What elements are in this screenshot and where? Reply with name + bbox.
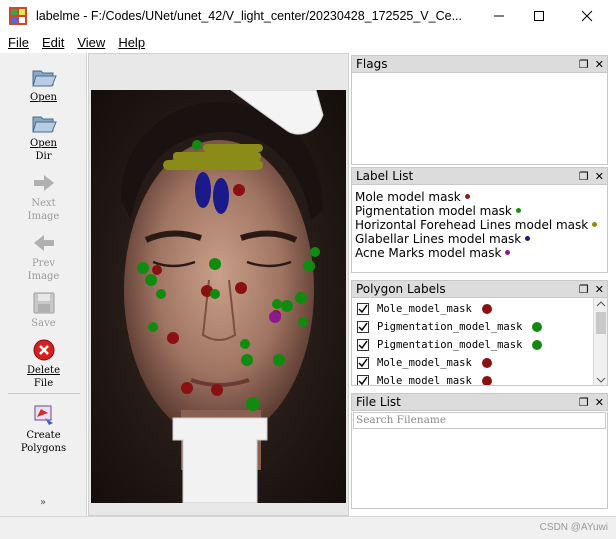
save-disk-icon bbox=[33, 292, 54, 314]
folder-open-icon bbox=[31, 70, 57, 87]
window-title: labelme - F:/Codes/UNet/unet_42/V_light_… bbox=[36, 8, 462, 23]
visibility-checkbox[interactable] bbox=[357, 303, 369, 315]
scrollbar-track bbox=[596, 301, 606, 383]
close-icon[interactable]: ✕ bbox=[595, 57, 604, 72]
visibility-checkbox[interactable] bbox=[357, 321, 369, 333]
list-item[interactable]: Mole_model_mask bbox=[352, 354, 607, 372]
file-list-dock: File List ❐ ✕ Search Filename bbox=[351, 393, 608, 510]
list-item[interactable]: Glabellar Lines model mask bbox=[352, 232, 607, 246]
menu-view[interactable]: View bbox=[77, 35, 105, 50]
color-dot-icon bbox=[481, 358, 492, 368]
polygon-draw-icon bbox=[34, 405, 53, 425]
color-dot-icon bbox=[464, 194, 470, 199]
polygon-labels-list[interactable]: Mole_model_mask Pigmentation_model_mask … bbox=[351, 298, 608, 386]
arrow-right-icon bbox=[33, 175, 54, 191]
flags-dock-header: Flags ❐ ✕ bbox=[351, 55, 608, 73]
close-icon[interactable]: ✕ bbox=[595, 282, 604, 297]
close-icon bbox=[581, 10, 593, 21]
visibility-checkbox[interactable] bbox=[357, 339, 369, 351]
visibility-checkbox[interactable] bbox=[357, 375, 369, 385]
color-dot-icon bbox=[532, 322, 543, 332]
file-list[interactable] bbox=[352, 430, 607, 506]
float-icon[interactable]: ❐ bbox=[579, 169, 589, 184]
maximize-button[interactable] bbox=[516, 0, 562, 31]
next-image-button[interactable]: Next Image bbox=[0, 171, 87, 223]
list-item[interactable]: Pigmentation_model_mask bbox=[352, 336, 607, 354]
float-icon[interactable]: ❐ bbox=[579, 395, 589, 410]
polygon-labels-dock: Polygon Labels ❐ ✕ Mole_model_mask Pigme… bbox=[351, 280, 608, 388]
label-list[interactable]: Mole model mask Pigmentation model mask … bbox=[351, 185, 608, 273]
close-icon[interactable]: ✕ bbox=[595, 395, 604, 410]
delete-circle-icon bbox=[33, 339, 54, 361]
list-item[interactable]: Mole_model_mask bbox=[352, 372, 607, 385]
color-dot-icon bbox=[515, 208, 521, 213]
float-icon[interactable]: ❐ bbox=[579, 282, 589, 297]
menu-help[interactable]: Help bbox=[118, 35, 145, 50]
open-dir-button[interactable]: Open Dir bbox=[0, 111, 87, 163]
checkmark-icon bbox=[358, 322, 368, 332]
color-dot-icon bbox=[481, 304, 492, 314]
list-item[interactable]: Pigmentation model mask bbox=[352, 204, 607, 218]
visibility-checkbox[interactable] bbox=[357, 357, 369, 369]
float-icon[interactable]: ❐ bbox=[579, 57, 589, 72]
watermark: CSDN @AYuwi bbox=[539, 522, 608, 533]
checkmark-icon bbox=[358, 358, 368, 368]
checkmark-icon bbox=[358, 376, 368, 385]
color-dot-icon bbox=[532, 340, 543, 350]
file-list-dock-header: File List ❐ ✕ bbox=[351, 393, 608, 411]
delete-file-button[interactable]: Delete File bbox=[0, 338, 87, 390]
search-filename-input[interactable]: Search Filename bbox=[353, 412, 606, 429]
create-polygons-button[interactable]: Create Polygons bbox=[0, 403, 87, 455]
labelme-app-icon bbox=[9, 6, 27, 25]
color-dot-icon bbox=[481, 376, 492, 385]
polygon-list-scrollbar[interactable] bbox=[593, 298, 607, 385]
maximize-icon bbox=[534, 10, 544, 21]
title-bar: labelme - F:/Codes/UNet/unet_42/V_light_… bbox=[0, 0, 616, 31]
flags-list[interactable] bbox=[351, 73, 608, 165]
color-dot-icon bbox=[525, 236, 531, 241]
color-dot-icon bbox=[592, 222, 598, 227]
checkmark-icon bbox=[358, 304, 368, 314]
list-item[interactable]: Mole model mask bbox=[352, 190, 607, 204]
label-list-dock: Label List ❐ ✕ Mole model mask Pigmentat… bbox=[351, 167, 608, 275]
file-list-body: Search Filename bbox=[351, 412, 608, 509]
color-dot-icon bbox=[505, 250, 511, 255]
left-toolbar: Open Open Dir Next Image Prev Image Save bbox=[0, 53, 87, 516]
label-list-dock-header: Label List ❐ ✕ bbox=[351, 167, 608, 185]
arrow-left-icon bbox=[33, 235, 54, 251]
list-item[interactable]: Horizontal Forehead Lines model mask bbox=[352, 218, 607, 232]
minimize-icon bbox=[494, 15, 504, 16]
menu-edit[interactable]: Edit bbox=[42, 35, 64, 50]
close-icon[interactable]: ✕ bbox=[595, 169, 604, 184]
polygon-labels-dock-header: Polygon Labels ❐ ✕ bbox=[351, 280, 608, 298]
face-photo bbox=[91, 90, 346, 503]
list-item[interactable]: Acne Marks model mask bbox=[352, 246, 607, 260]
checkmark-icon bbox=[358, 340, 368, 350]
folder-open-icon bbox=[31, 116, 57, 133]
close-window-button[interactable] bbox=[564, 0, 610, 31]
image-canvas[interactable] bbox=[88, 53, 349, 516]
toolbar-separator bbox=[8, 393, 80, 394]
list-item[interactable]: Pigmentation_model_mask bbox=[352, 318, 607, 336]
menu-file[interactable]: File bbox=[8, 35, 29, 50]
save-button[interactable]: Save bbox=[0, 291, 87, 330]
toolbar-more-button[interactable]: » bbox=[40, 497, 46, 508]
menu-bar: File Edit View Help bbox=[0, 31, 616, 53]
list-item[interactable]: Mole_model_mask bbox=[352, 300, 607, 318]
open-button[interactable]: Open bbox=[0, 65, 87, 104]
status-bar bbox=[0, 516, 616, 539]
flags-dock: Flags ❐ ✕ bbox=[351, 55, 608, 165]
prev-image-button[interactable]: Prev Image bbox=[0, 231, 87, 283]
